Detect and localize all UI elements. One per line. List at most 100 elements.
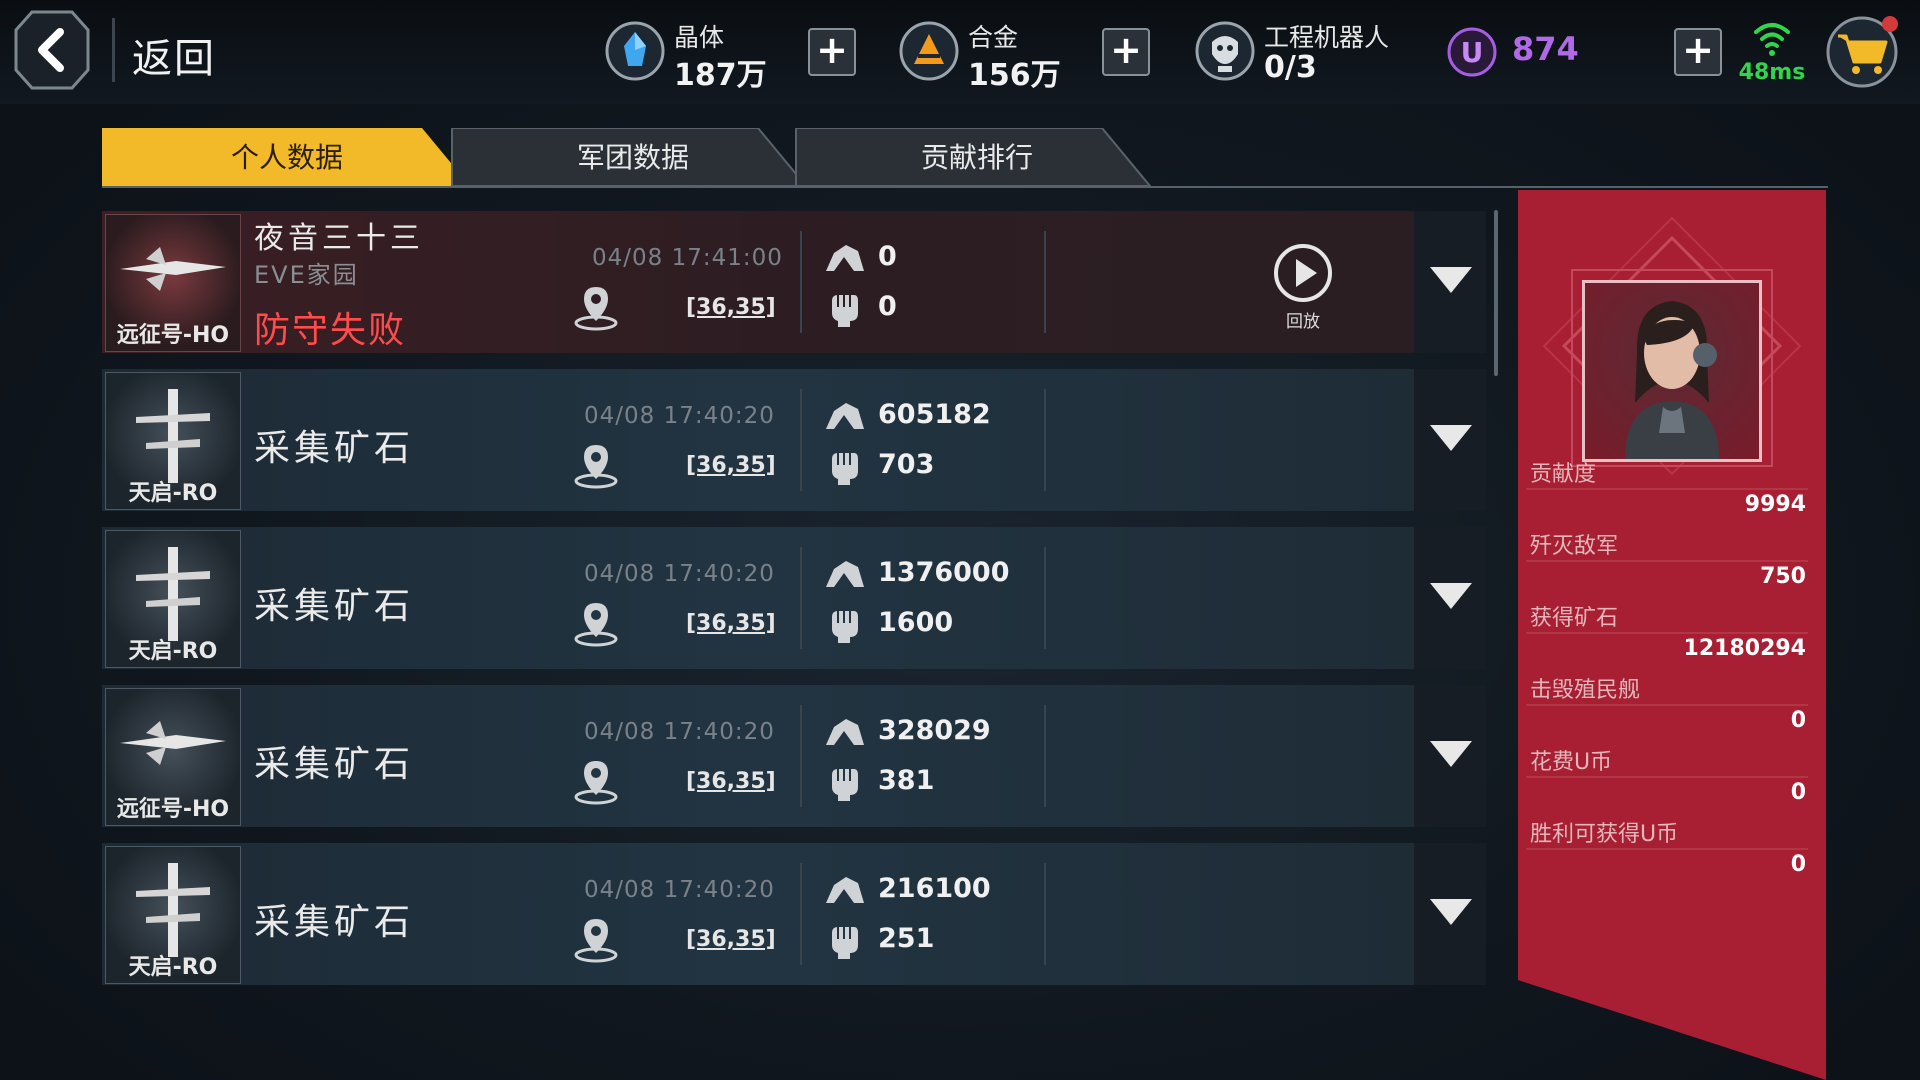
- record-title: 采集矿石: [254, 744, 415, 785]
- fist-icon: [832, 927, 858, 959]
- expand-button[interactable]: [1414, 843, 1486, 985]
- ship-thumbnail: 远征号-HO: [105, 214, 241, 352]
- svg-text:U: U: [1461, 36, 1484, 69]
- add-crystal-button[interactable]: +: [808, 28, 856, 76]
- coordinate-link[interactable]: [36,35]: [686, 927, 776, 952]
- ship-icon: [136, 863, 210, 957]
- shop-cart-button[interactable]: [1824, 14, 1900, 90]
- alloy-resource: 合金 156万: [898, 14, 1068, 93]
- record-title: 采集矿石: [254, 428, 415, 469]
- record-title: 采集矿石: [254, 586, 415, 627]
- ore-icon: [826, 403, 864, 429]
- ore-icon: [826, 561, 864, 587]
- crystal-icon: [605, 21, 665, 81]
- divider: [1526, 560, 1808, 562]
- ship-thumbnail: 天启-RO: [105, 846, 241, 984]
- stat-value-ucoin-spent: 0: [1790, 780, 1806, 805]
- alloy-value: 156万: [968, 58, 1061, 93]
- list-scrollbar[interactable]: [1494, 210, 1498, 376]
- crystal-label: 晶体: [674, 23, 725, 52]
- tab-underline: [102, 186, 1828, 188]
- record-row[interactable]: 远征号-HO 夜音三十三 EVE家园 防守失败 04/08 17:41:00 […: [102, 211, 1486, 353]
- coordinate-link[interactable]: [36,35]: [686, 769, 776, 794]
- divider: [800, 231, 802, 333]
- tab-label: 个人数据: [230, 141, 343, 174]
- stat-value-colony-ships: 0: [1790, 708, 1806, 733]
- tab-legion-data[interactable]: 军团数据: [448, 128, 818, 186]
- expand-button[interactable]: [1414, 369, 1486, 511]
- expand-button[interactable]: [1414, 685, 1486, 827]
- divider: [1044, 389, 1046, 491]
- tab-contribution-ranking[interactable]: 贡献排行: [792, 128, 1162, 186]
- contribution-panel: 贡献度 9994 歼灭敌军 750 获得矿石 12180294 击毁殖民舰 0 …: [1518, 190, 1826, 1080]
- record-time: 04/08 17:40:20: [584, 561, 775, 587]
- ship-name: 远征号-HO: [116, 323, 230, 348]
- map-pin-icon: [574, 761, 618, 805]
- record-row[interactable]: 天启-RO 采集矿石 04/08 17:40:20 [36,35] 137600…: [102, 527, 1486, 669]
- tab-personal-data[interactable]: 个人数据: [102, 128, 472, 186]
- record-row[interactable]: 天启-RO 采集矿石 04/08 17:40:20 [36,35] 605182…: [102, 369, 1486, 511]
- fist-icon: [832, 453, 858, 485]
- ship-icon: [120, 247, 226, 291]
- replay-button[interactable]: 回放: [1268, 243, 1338, 333]
- expand-button[interactable]: [1414, 527, 1486, 669]
- expand-button[interactable]: [1414, 211, 1486, 353]
- ore-value: 216100: [878, 873, 991, 904]
- ore-icon: [826, 877, 864, 903]
- add-ucoin-button[interactable]: +: [1674, 28, 1722, 76]
- stat-label-enemies-destroyed: 歼灭敌军: [1530, 534, 1619, 559]
- robot-label: 工程机器人: [1264, 23, 1390, 52]
- ore-value: 605182: [878, 399, 991, 430]
- divider: [800, 863, 802, 965]
- ship-name: 天启-RO: [128, 955, 218, 980]
- divider: [800, 705, 802, 807]
- map-pin-icon: [574, 603, 618, 647]
- stat-value-enemies-destroyed: 750: [1760, 564, 1806, 589]
- divider: [1526, 848, 1808, 850]
- stat-label-contribution: 贡献度: [1530, 462, 1597, 487]
- fist-icon: [832, 295, 858, 327]
- divider: [1044, 705, 1046, 807]
- ucoin-icon: U: [1447, 27, 1497, 77]
- alloy-icon: [899, 21, 959, 81]
- commander-avatar: [1582, 280, 1762, 462]
- coordinate-link[interactable]: [36,35]: [686, 453, 776, 478]
- kills-value: 0: [878, 291, 897, 322]
- ship-thumbnail: 天启-RO: [105, 372, 241, 510]
- add-alloy-button[interactable]: +: [1102, 28, 1150, 76]
- ship-icon: [120, 721, 226, 765]
- crystal-value: 187万: [674, 58, 767, 93]
- divider: [1526, 488, 1808, 490]
- chevron-down-icon: [1430, 899, 1472, 925]
- ore-value: 0: [878, 241, 897, 272]
- record-time: 04/08 17:41:00: [592, 245, 783, 271]
- robot-icon: [1195, 21, 1255, 81]
- divider: [1526, 776, 1808, 778]
- stat-label-ucoin-spent: 花费U币: [1530, 750, 1613, 775]
- ping-value: 48ms: [1738, 60, 1806, 85]
- divider: [800, 547, 802, 649]
- map-pin-icon: [574, 919, 618, 963]
- back-button[interactable]: [14, 10, 90, 90]
- ore-value: 328029: [878, 715, 991, 746]
- chevron-down-icon: [1430, 267, 1472, 293]
- ship-icon: [136, 547, 210, 641]
- record-time: 04/08 17:40:20: [584, 877, 775, 903]
- robot-value: 0/3: [1264, 50, 1317, 85]
- ship-icon: [136, 389, 210, 483]
- record-row[interactable]: 远征号-HO 采集矿石 04/08 17:40:20 [36,35] 32802…: [102, 685, 1486, 827]
- ship-name: 天启-RO: [128, 481, 218, 506]
- map-pin-icon: [574, 287, 618, 331]
- alloy-label: 合金: [968, 23, 1019, 52]
- kills-value: 1600: [878, 607, 954, 638]
- coordinate-link[interactable]: [36,35]: [686, 295, 776, 320]
- divider: [1044, 547, 1046, 649]
- coordinate-link[interactable]: [36,35]: [686, 611, 776, 636]
- ship-name: 远征号-HO: [116, 797, 230, 822]
- record-row[interactable]: 天启-RO 采集矿石 04/08 17:40:20 [36,35] 216100…: [102, 843, 1486, 985]
- chevron-down-icon: [1430, 741, 1472, 767]
- back-label[interactable]: 返回: [132, 26, 216, 84]
- kills-value: 251: [878, 923, 935, 954]
- ucoin-value: 874: [1512, 30, 1579, 68]
- replay-label: 回放: [1286, 312, 1320, 332]
